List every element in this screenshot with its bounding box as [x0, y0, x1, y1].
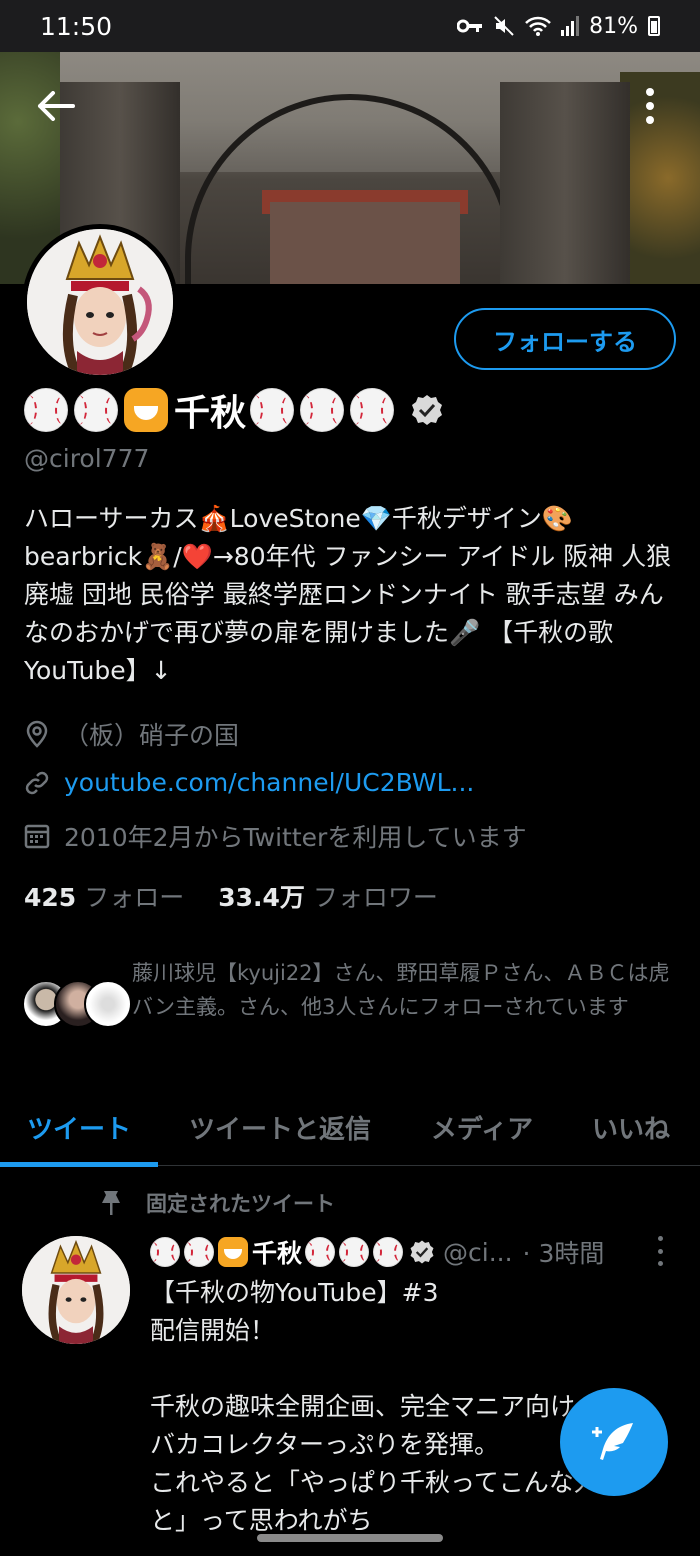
tab-media[interactable]: メディア — [402, 1088, 562, 1166]
tweet-author-name[interactable]: 千秋 — [252, 1234, 302, 1270]
vpn-key-icon — [457, 19, 483, 33]
pinned-label-row: 固定されたツイート — [98, 1188, 335, 1218]
baseball-emoji-icon — [305, 1237, 336, 1267]
tab-tweets[interactable]: ツイート — [0, 1088, 158, 1167]
joined-row: 2010年2月からTwitterを利用しています — [24, 818, 527, 854]
tweet-author-handle: @ci... — [443, 1237, 513, 1267]
tweet-header: 千秋 @ci... · 3時間 — [150, 1234, 604, 1270]
battery-percent: 81% — [589, 13, 638, 39]
status-bar: 11:50 81% — [0, 0, 700, 52]
joined-text: 2010年2月からTwitterを利用しています — [64, 823, 527, 852]
tweet-time: · 3時間 — [522, 1239, 605, 1268]
more-options-button[interactable] — [636, 84, 664, 128]
baseball-emoji-icon — [184, 1237, 214, 1267]
profile-tabs: ツイート ツイートと返信 メディア いいね — [0, 1088, 700, 1167]
baseball-emoji-icon — [74, 388, 118, 432]
location-text: （板）硝子の国 — [64, 721, 240, 750]
tweet-more-button[interactable] — [654, 1236, 666, 1266]
followers-link[interactable]: 33.4万 フォロワー — [218, 878, 438, 914]
follower-avatars — [22, 980, 132, 1034]
location-pin-icon — [26, 720, 48, 748]
system-icons: 81% — [457, 14, 660, 39]
baseball-emoji-icon — [339, 1237, 370, 1267]
avatar — [84, 980, 132, 1028]
link-icon — [25, 771, 49, 794]
display-name: 千秋 — [174, 393, 247, 434]
tab-tweets-and-replies[interactable]: ツイートと返信 — [158, 1088, 402, 1166]
profile-bio: ハローサーカス🎪LoveStone💎千秋デザイン🎨bearbrick🧸/❤️→8… — [24, 504, 672, 685]
status-time: 11:50 — [40, 11, 113, 41]
baseball-emoji-icon — [150, 1237, 180, 1267]
profile-avatar[interactable] — [22, 224, 178, 380]
avatar-illustration — [27, 229, 173, 375]
tweet-avatar[interactable] — [22, 1236, 130, 1344]
back-button[interactable] — [34, 86, 78, 126]
home-indicator[interactable] — [257, 1534, 443, 1542]
baseball-emoji-icon — [373, 1237, 404, 1267]
website-link[interactable]: youtube.com/channel/UC2BWL... — [64, 768, 474, 797]
calendar-icon — [24, 824, 50, 849]
location-row: （板）硝子の国 — [24, 716, 239, 752]
tab-likes[interactable]: いいね — [562, 1088, 700, 1166]
following-link[interactable]: 425 フォロー — [24, 878, 184, 914]
wifi-icon — [525, 16, 551, 36]
website-row: youtube.com/channel/UC2BWL... — [24, 768, 474, 797]
follow-counts: 425 フォロー 33.4万 フォロワー — [24, 878, 438, 914]
followed-by-text: 藤川球児【kyuji22】さん、野田草履Ｐさん、ＡＢＣは虎バン主義。さん、他3人… — [132, 961, 670, 1019]
signal-icon — [561, 16, 580, 36]
avatar-illustration — [22, 1236, 130, 1344]
tiger-emoji-icon — [124, 388, 168, 432]
pin-icon — [102, 1191, 120, 1215]
verified-badge-icon — [410, 1240, 434, 1264]
followed-by-section[interactable]: 藤川球児【kyuji22】さん、野田草履Ｐさん、ＡＢＣは虎バン主義。さん、他3人… — [22, 956, 682, 1034]
profile-handle: @cirol777 — [24, 444, 150, 473]
arrow-left-icon — [38, 91, 75, 121]
follow-button[interactable]: フォローする — [454, 308, 676, 370]
tiger-emoji-icon — [218, 1237, 248, 1267]
compose-feather-icon — [592, 1423, 633, 1460]
pinned-label: 固定されたツイート — [146, 1192, 335, 1216]
battery-icon — [648, 16, 660, 36]
baseball-emoji-icon — [24, 388, 68, 432]
mute-icon — [494, 16, 514, 36]
baseball-emoji-icon — [250, 388, 295, 432]
compose-tweet-button[interactable] — [560, 1388, 668, 1496]
baseball-emoji-icon — [300, 388, 345, 432]
profile-name-row: 千秋 — [24, 384, 444, 436]
baseball-emoji-icon — [350, 388, 395, 432]
verified-badge-icon — [410, 393, 444, 427]
